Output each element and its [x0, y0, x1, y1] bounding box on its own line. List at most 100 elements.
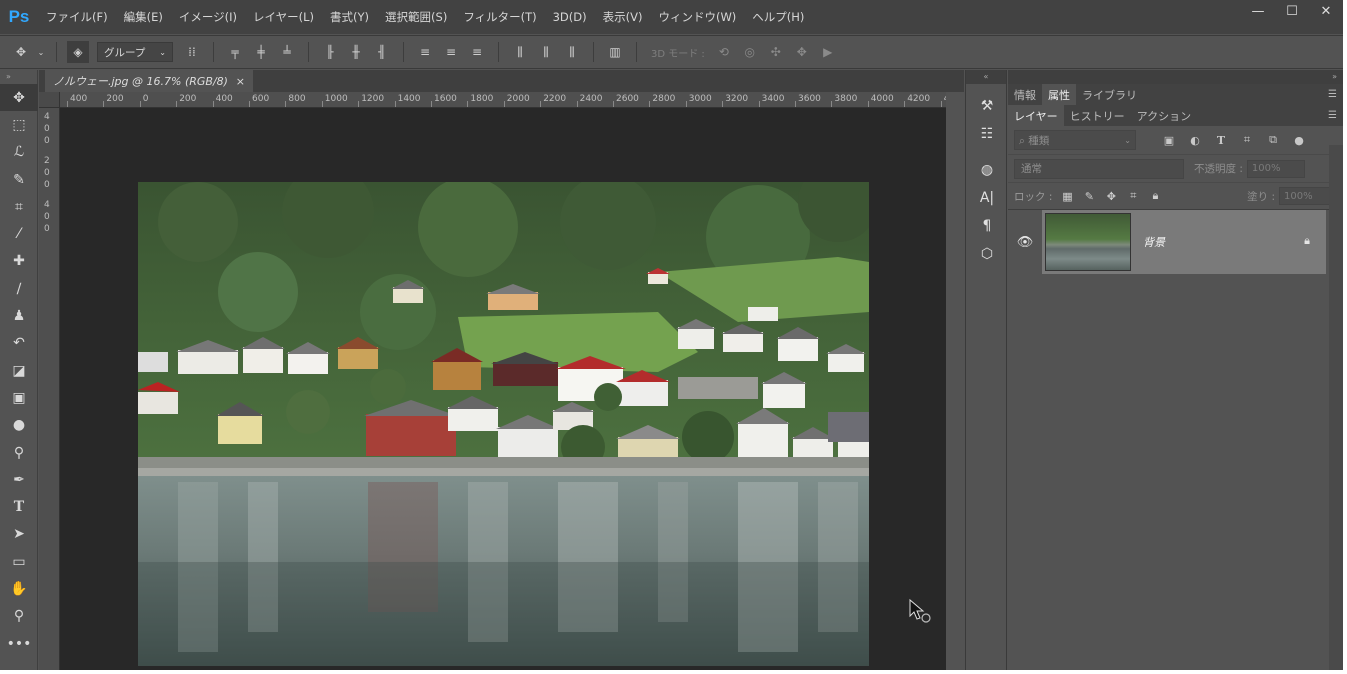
- menu-view[interactable]: 表示(V): [603, 9, 643, 25]
- pixel-filter-icon[interactable]: ▣: [1156, 130, 1182, 150]
- menu-window[interactable]: ウィンドウ(W): [658, 9, 736, 25]
- panel-menu-icon[interactable]: ☰: [1328, 110, 1337, 121]
- vertical-ruler[interactable]: 4 0 0 2 0 0 4 0 0: [39, 108, 60, 670]
- rectangle-icon[interactable]: ▭: [0, 548, 38, 575]
- close-button[interactable]: ✕: [1309, 0, 1343, 22]
- filter-toggle-icon[interactable]: ●: [1286, 130, 1312, 150]
- pen-icon[interactable]: ✒: [0, 466, 38, 493]
- auto-select-dropdown[interactable]: グループ ⌄: [97, 42, 173, 62]
- expand-arrows-icon[interactable]: »: [1008, 70, 1343, 84]
- blur-icon[interactable]: ●: [0, 412, 38, 439]
- layer-kind-filter[interactable]: ⌕ 種類 ⌄: [1014, 130, 1136, 150]
- menu-3d[interactable]: 3D(D): [553, 10, 587, 24]
- 3d-icon[interactable]: ⬡: [966, 240, 1008, 268]
- path-select-icon[interactable]: ➤: [0, 521, 38, 548]
- align-vcenter-icon[interactable]: ╪: [250, 41, 272, 63]
- eyedropper-icon[interactable]: ⁄: [0, 220, 38, 247]
- close-tab-icon[interactable]: ×: [236, 75, 245, 88]
- maximize-button[interactable]: ☐: [1275, 0, 1309, 22]
- document-tab[interactable]: ノルウェー.jpg @ 16.7% (RGB/8) ×: [45, 70, 253, 92]
- menu-image[interactable]: イメージ(I): [179, 9, 237, 25]
- adjustment-filter-icon[interactable]: ◐: [1182, 130, 1208, 150]
- type-icon[interactable]: T: [0, 493, 38, 520]
- tab-libraries[interactable]: ライブラリ: [1076, 84, 1143, 105]
- horizontal-ruler[interactable]: 400 200 0 200 400 600 800 1000 1200 1400 1600 1800 2…: [60, 92, 964, 108]
- transform-controls-icon[interactable]: ⁞⁞: [181, 41, 203, 63]
- eraser-icon[interactable]: ◪: [0, 357, 38, 384]
- move-tool-preset-icon[interactable]: ✥: [10, 41, 32, 63]
- 3d-slide-icon[interactable]: ✥: [791, 41, 813, 63]
- panel-menu-icon[interactable]: ☰: [1328, 89, 1337, 100]
- collapse-arrows-icon[interactable]: »: [0, 70, 37, 84]
- lock-artboard-icon[interactable]: ⌗: [1122, 186, 1144, 206]
- marquee-icon[interactable]: ⬚: [0, 111, 38, 138]
- type-filter-icon[interactable]: T: [1208, 130, 1234, 150]
- tab-history[interactable]: ヒストリー: [1064, 105, 1131, 126]
- layer-background[interactable]: 背景 🔒︎: [1042, 210, 1326, 274]
- layer-row[interactable]: 👁︎ 背景 🔒︎: [1008, 210, 1343, 274]
- tab-properties[interactable]: 属性: [1042, 84, 1076, 105]
- lock-all-icon[interactable]: 🔒︎: [1144, 186, 1166, 206]
- more-tools-icon[interactable]: •••: [0, 630, 38, 657]
- auto-select-icon[interactable]: ◈: [67, 41, 89, 63]
- menu-help[interactable]: ヘルプ(H): [752, 9, 804, 25]
- smart-object-filter-icon[interactable]: ⧉: [1260, 130, 1286, 150]
- adjustments-icon[interactable]: ☷: [966, 120, 1008, 148]
- align-top-icon[interactable]: ╤: [224, 41, 246, 63]
- lock-image-icon[interactable]: ✎: [1078, 186, 1100, 206]
- history-brush-icon[interactable]: ↶: [0, 330, 38, 357]
- healing-brush-icon[interactable]: ✚: [0, 248, 38, 275]
- canvas-area[interactable]: [60, 108, 946, 670]
- menu-file[interactable]: ファイル(F): [46, 9, 108, 25]
- 3d-scale-icon[interactable]: ▶: [817, 41, 839, 63]
- distribute-hcenter-icon[interactable]: ⫼: [535, 41, 557, 63]
- ruler-origin[interactable]: [39, 92, 60, 108]
- distribute-right-icon[interactable]: ⫼: [561, 41, 583, 63]
- distribute-bottom-icon[interactable]: ≡: [466, 41, 488, 63]
- lasso-icon[interactable]: ℒ: [0, 139, 38, 166]
- 3d-pan-icon[interactable]: ✣: [765, 41, 787, 63]
- paragraph-icon[interactable]: ¶: [966, 212, 1008, 240]
- visibility-eye-icon[interactable]: 👁︎: [1008, 210, 1042, 274]
- 3d-roll-icon[interactable]: ◎: [739, 41, 761, 63]
- minimize-button[interactable]: —: [1241, 0, 1275, 22]
- distribute-top-icon[interactable]: ≡: [414, 41, 436, 63]
- swatches-icon[interactable]: ◍: [966, 156, 1008, 184]
- auto-align-icon[interactable]: ▥: [604, 41, 626, 63]
- menu-edit[interactable]: 編集(E): [124, 9, 163, 25]
- menu-type[interactable]: 書式(Y): [330, 9, 369, 25]
- tab-actions[interactable]: アクション: [1131, 105, 1197, 126]
- align-left-icon[interactable]: ╟: [319, 41, 341, 63]
- collapse-arrows-icon[interactable]: «: [966, 70, 1006, 84]
- 3d-orbit-icon[interactable]: ⟲: [713, 41, 735, 63]
- menu-layer[interactable]: レイヤー(L): [253, 9, 314, 25]
- align-bottom-icon[interactable]: ╧: [276, 41, 298, 63]
- lock-position-icon[interactable]: ✥: [1100, 186, 1122, 206]
- blend-mode-select[interactable]: 通常: [1014, 158, 1184, 179]
- shape-filter-icon[interactable]: ⌗: [1234, 130, 1260, 150]
- dodge-icon[interactable]: ⚲: [0, 439, 38, 466]
- panel-scrollbar[interactable]: [1329, 145, 1343, 670]
- distribute-left-icon[interactable]: ⫼: [509, 41, 531, 63]
- chevron-down-icon[interactable]: ⌄: [36, 41, 46, 63]
- hand-icon[interactable]: ✋: [0, 575, 38, 602]
- brush-icon[interactable]: ∕: [0, 275, 38, 302]
- stamp-icon[interactable]: ♟: [0, 302, 38, 329]
- menu-select[interactable]: 選択範囲(S): [385, 9, 447, 25]
- quick-select-icon[interactable]: ✎: [0, 166, 38, 193]
- character-icon[interactable]: A|: [966, 184, 1008, 212]
- opacity-input[interactable]: 100%: [1246, 159, 1305, 178]
- gradient-icon[interactable]: ▣: [0, 384, 38, 411]
- tab-info[interactable]: 情報: [1008, 84, 1042, 105]
- align-hcenter-icon[interactable]: ╫: [345, 41, 367, 63]
- move-icon[interactable]: ✥: [0, 84, 38, 112]
- lock-transparent-icon[interactable]: ▦: [1056, 186, 1078, 206]
- tab-layers[interactable]: レイヤー: [1008, 105, 1064, 126]
- distribute-vcenter-icon[interactable]: ≡: [440, 41, 462, 63]
- zoom-icon[interactable]: ⚲: [0, 603, 38, 630]
- ps-logo[interactable]: Ps: [0, 0, 38, 34]
- menu-filter[interactable]: フィルター(T): [463, 9, 536, 25]
- brush-presets-icon[interactable]: ⚒: [966, 92, 1008, 120]
- align-right-icon[interactable]: ╢: [371, 41, 393, 63]
- crop-icon[interactable]: ⌗: [0, 193, 38, 220]
